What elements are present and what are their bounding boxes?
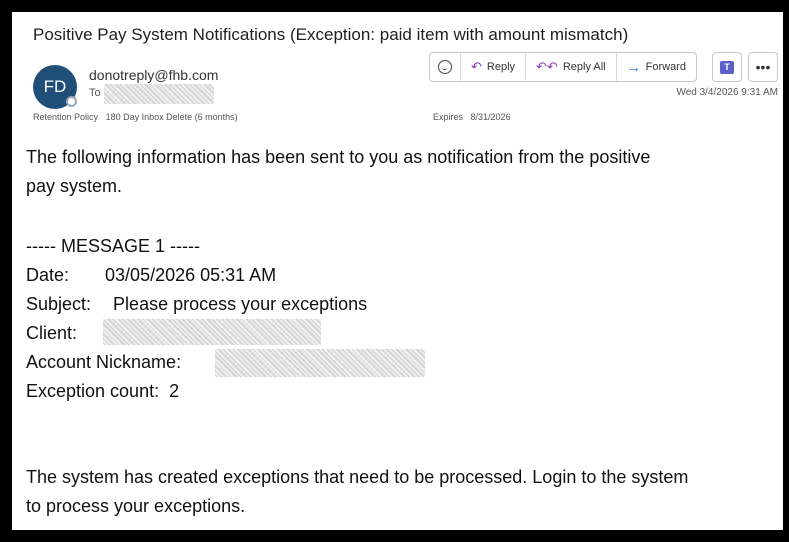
count-label: Exception count: xyxy=(26,381,160,401)
nickname-label: Account Nickname: xyxy=(26,352,182,372)
to-label: To xyxy=(89,87,101,99)
teams-share-button[interactable]: T xyxy=(712,52,742,82)
reply-all-icon: ↶↶ xyxy=(536,59,558,74)
retention-label: Retention Policy xyxy=(33,112,99,122)
expiration: Expires 8/31/2026 xyxy=(433,112,511,122)
more-icon: ••• xyxy=(755,59,771,75)
presence-status-icon xyxy=(66,96,77,107)
subject-row: Subject: Please process your exceptions xyxy=(26,290,367,319)
email-reading-pane: Positive Pay System Notifications (Excep… xyxy=(12,12,783,530)
emoji-reaction-button[interactable] xyxy=(430,53,460,81)
reply-icon: ↶ xyxy=(471,59,482,74)
date-label: Date: xyxy=(26,265,70,285)
teams-icon: T xyxy=(720,60,734,74)
date-value: 03/05/2026 05:31 AM xyxy=(105,265,277,285)
reply-all-label: Reply All xyxy=(562,61,606,73)
client-label: Client: xyxy=(26,323,78,343)
expires-value: 8/31/2026 xyxy=(470,112,511,122)
intro-line-1: The following information has been sent … xyxy=(26,147,651,167)
closing-paragraph: The system has created exceptions that n… xyxy=(26,463,688,521)
forward-icon: → xyxy=(626,59,641,75)
redacted-recipient xyxy=(104,84,214,104)
date-row: Date: 03/05/2026 05:31 AM xyxy=(26,261,367,290)
reply-label: Reply xyxy=(486,61,516,73)
email-subject: Positive Pay System Notifications (Excep… xyxy=(33,25,629,44)
closing-line-2: to process your exceptions. xyxy=(26,496,246,516)
received-date: Wed 3/4/2026 9:31 AM xyxy=(676,87,778,98)
count-value: 2 xyxy=(169,381,180,401)
forward-label: Forward xyxy=(645,61,686,73)
subject-label: Subject: xyxy=(26,294,92,314)
avatar-initials: FD xyxy=(43,77,67,96)
count-row: Exception count: 2 xyxy=(26,377,367,406)
message-header: ----- MESSAGE 1 ----- xyxy=(26,236,200,256)
subject-value: Please process your exceptions xyxy=(113,294,368,314)
message-actions-toolbar: ↶ Reply ↶↶ Reply All → Forward xyxy=(429,52,697,82)
intro-line-2: pay system. xyxy=(26,176,123,196)
reply-all-button[interactable]: ↶↶ Reply All xyxy=(525,53,616,81)
closing-line-1: The system has created exceptions that n… xyxy=(26,467,689,487)
redacted-client xyxy=(103,319,321,345)
retention-policy: Retention Policy 180 Day Inbox Delete (6… xyxy=(33,112,238,122)
forward-button[interactable]: → Forward xyxy=(615,53,696,81)
retention-value: 180 Day Inbox Delete (6 months) xyxy=(105,112,238,122)
intro-paragraph: The following information has been sent … xyxy=(26,143,650,201)
expires-label: Expires xyxy=(433,112,464,122)
reply-button[interactable]: ↶ Reply xyxy=(460,53,525,81)
sender-address[interactable]: donotreply@fhb.com xyxy=(89,67,218,83)
smiley-icon xyxy=(438,60,452,74)
redacted-account-nickname xyxy=(215,349,425,377)
more-actions-button[interactable]: ••• xyxy=(748,52,778,82)
